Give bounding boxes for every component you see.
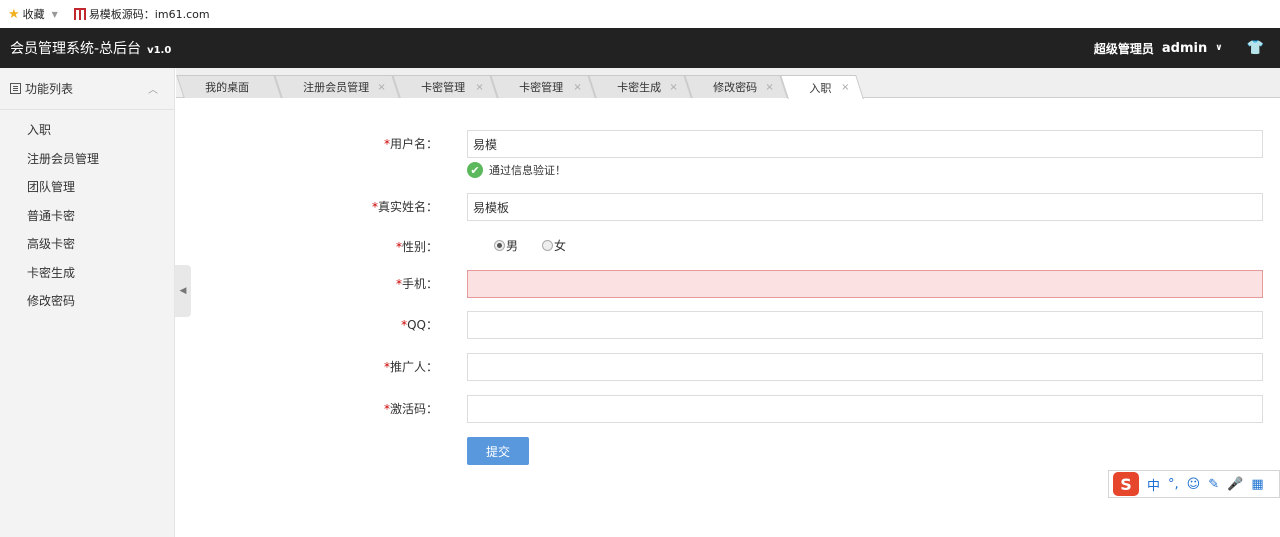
close-icon[interactable]: × bbox=[475, 82, 483, 93]
chevron-down-icon[interactable]: ∨ bbox=[1215, 43, 1222, 53]
tab-label: 我的桌面 bbox=[205, 81, 250, 94]
sidebar-header[interactable]: 功能列表 ︿ bbox=[0, 68, 174, 110]
star-icon: ★ bbox=[8, 6, 20, 22]
tab-bar: 我的桌面 注册会员管理 × 卡密管理 × 卡密管理 × 卡密生成 × 修改密码 … bbox=[176, 68, 1280, 99]
favorites-label: 收藏 bbox=[22, 8, 45, 21]
sogou-logo-icon[interactable]: S bbox=[1113, 472, 1139, 496]
bookmark-site-label: 易模板源码：im61.com bbox=[88, 8, 210, 21]
pen-icon[interactable]: ✎ bbox=[1208, 477, 1219, 492]
valid-text: 通过信息验证！ bbox=[489, 164, 566, 177]
username-label: *用户名： bbox=[176, 135, 438, 152]
close-icon[interactable]: × bbox=[573, 82, 581, 93]
gender-label: *性别： bbox=[176, 238, 438, 255]
sidebar-item-team-management[interactable]: 团队管理 bbox=[0, 173, 174, 202]
radio-circle bbox=[494, 240, 505, 251]
version-label: v1.0 bbox=[147, 45, 172, 56]
site-logo-icon bbox=[73, 8, 86, 20]
gender-label-text: 性别： bbox=[401, 240, 438, 254]
tab-label: 注册会员管理 bbox=[303, 81, 370, 94]
referrer-label-text: 推广人： bbox=[389, 360, 438, 374]
ime-mode-toggle[interactable]: 中 bbox=[1147, 475, 1160, 494]
sidebar-item-card-generate[interactable]: 卡密生成 bbox=[0, 259, 174, 288]
check-circle-icon: ✔ bbox=[467, 162, 483, 178]
sidebar: 功能列表 ︿ 入职 注册会员管理 团队管理 普通卡密 高级卡密 卡密生成 修改密… bbox=[0, 68, 175, 537]
brand: 会员管理系统-总后台 v1.0 bbox=[0, 38, 171, 58]
tab-card-generate[interactable]: 卡密生成 × bbox=[588, 75, 692, 98]
realname-label-text: 真实姓名： bbox=[377, 200, 438, 214]
gender-radio-male[interactable]: 男 bbox=[494, 237, 518, 254]
list-icon bbox=[10, 83, 21, 94]
username-valid-msg: ✔ 通过信息验证！ bbox=[467, 162, 566, 178]
gender-radio-group: 男 女 bbox=[494, 237, 566, 254]
caret-down-icon: ▼ bbox=[51, 9, 58, 19]
sidebar-item-onboard[interactable]: 入职 bbox=[0, 116, 174, 145]
phone-label-text: 手机： bbox=[401, 277, 438, 291]
radio-label: 男 bbox=[506, 239, 519, 253]
sidebar-item-member-management[interactable]: 注册会员管理 bbox=[0, 145, 174, 174]
tab-desktop[interactable]: 我的桌面 bbox=[176, 75, 282, 98]
grid-icon[interactable]: ▦ bbox=[1251, 477, 1263, 492]
tab-label: 入职 bbox=[809, 81, 832, 95]
activation-label-text: 激活码： bbox=[389, 402, 438, 416]
tab-onboard[interactable]: 入职 × bbox=[780, 75, 864, 99]
ime-toolbar: S 中 °, ☺ ✎ 🎤 ▦ bbox=[1108, 470, 1280, 498]
top-header: 会员管理系统-总后台 v1.0 超级管理员 admin ∨ 👕 bbox=[0, 28, 1280, 68]
emoji-icon[interactable]: ☺ bbox=[1187, 477, 1201, 492]
tab-member-management[interactable]: 注册会员管理 × bbox=[274, 75, 400, 98]
sidebar-item-change-password[interactable]: 修改密码 bbox=[0, 287, 174, 316]
user-role: 超级管理员 bbox=[1093, 41, 1154, 56]
tab-label: 卡密管理 bbox=[519, 81, 564, 94]
tab-label: 卡密生成 bbox=[617, 81, 662, 94]
qq-label: *QQ： bbox=[176, 316, 438, 333]
ime-punct-toggle[interactable]: °, bbox=[1168, 477, 1179, 492]
realname-input[interactable]: 易模板 bbox=[467, 193, 1263, 221]
skin-shirt-icon[interactable]: 👕 bbox=[1247, 40, 1264, 56]
tab-card-management-1[interactable]: 卡密管理 × bbox=[392, 75, 498, 98]
bookmarks-bar: ★ 收藏 ▼ 易模板源码：im61.com bbox=[0, 0, 1280, 28]
chevron-up-icon[interactable]: ︿ bbox=[148, 81, 158, 96]
activation-input[interactable] bbox=[467, 395, 1263, 423]
bookmark-site[interactable]: 易模板源码：im61.com bbox=[73, 6, 210, 22]
referrer-input[interactable] bbox=[467, 353, 1263, 381]
phone-input[interactable] bbox=[467, 270, 1263, 298]
tab-change-password[interactable]: 修改密码 × bbox=[684, 75, 788, 98]
sidebar-item-premium-card[interactable]: 高级卡密 bbox=[0, 230, 174, 259]
qq-label-text: QQ： bbox=[407, 318, 438, 332]
tab-label: 修改密码 bbox=[713, 81, 758, 94]
close-icon[interactable]: × bbox=[669, 82, 677, 93]
sidebar-item-normal-card[interactable]: 普通卡密 bbox=[0, 202, 174, 231]
phone-label: *手机： bbox=[176, 275, 438, 292]
submit-button[interactable]: 提交 bbox=[467, 437, 529, 465]
activation-label: *激活码： bbox=[176, 400, 438, 417]
username-input[interactable]: 易模 bbox=[467, 130, 1263, 158]
close-icon[interactable]: × bbox=[377, 82, 385, 93]
user-area: 超级管理员 admin ∨ 👕 bbox=[1094, 28, 1264, 68]
username-label-text: 用户名： bbox=[389, 137, 438, 151]
close-icon[interactable]: × bbox=[765, 82, 773, 93]
user-menu[interactable]: admin bbox=[1162, 41, 1207, 56]
gender-radio-female[interactable]: 女 bbox=[542, 237, 566, 254]
radio-circle bbox=[542, 240, 554, 251]
tab-label: 卡密管理 bbox=[421, 81, 466, 94]
sidebar-menu: 入职 注册会员管理 团队管理 普通卡密 高级卡密 卡密生成 修改密码 bbox=[0, 110, 174, 316]
referrer-label: *推广人： bbox=[176, 358, 438, 375]
qq-input[interactable] bbox=[467, 311, 1263, 339]
microphone-icon[interactable]: 🎤 bbox=[1227, 477, 1243, 492]
tab-card-management-2[interactable]: 卡密管理 × bbox=[490, 75, 596, 98]
realname-label: *真实姓名： bbox=[176, 198, 438, 215]
favorites-menu[interactable]: ★ 收藏 ▼ bbox=[8, 6, 68, 22]
app-title: 会员管理系统-总后台 bbox=[10, 41, 142, 57]
sidebar-title: 功能列表 bbox=[25, 82, 74, 96]
close-icon[interactable]: × bbox=[841, 82, 849, 93]
radio-label: 女 bbox=[554, 239, 567, 253]
